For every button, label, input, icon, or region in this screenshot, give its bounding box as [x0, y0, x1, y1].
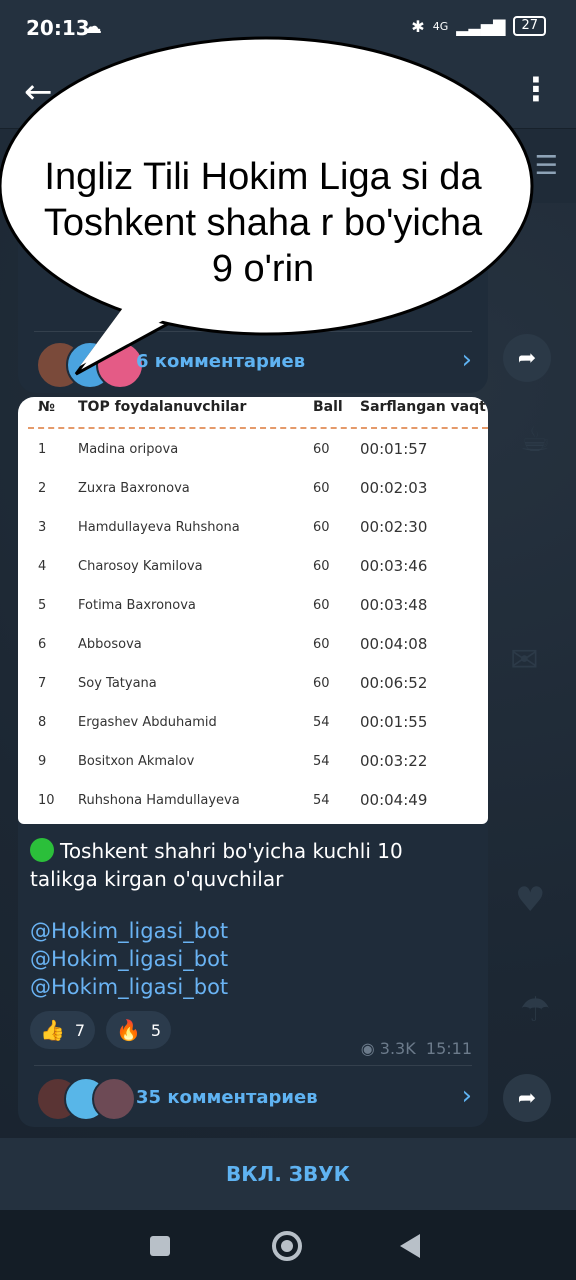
post-time: 15:11: [425, 1039, 472, 1058]
thumbs-up-icon: 👍: [40, 1018, 65, 1042]
doodle-icon: ☕: [520, 420, 551, 460]
reaction-thumbs-up[interactable]: 👍 7: [30, 1011, 96, 1049]
row-time: 00:04:08: [360, 635, 428, 653]
row-name: Ruhshona Hamdullayeva: [78, 793, 240, 808]
share-button[interactable]: ➦: [503, 1074, 551, 1122]
recents-icon[interactable]: [150, 1236, 170, 1256]
row-num: 3: [38, 520, 47, 535]
row-time: 00:02:30: [360, 518, 428, 536]
post-caption: Toshkent shahri bo'yicha kuchli 10 talik…: [30, 837, 476, 893]
row-num: 8: [38, 715, 47, 730]
row-num: 10: [38, 793, 55, 808]
table-header-ball: Ball: [313, 399, 343, 415]
table-header-num: №: [38, 399, 55, 415]
row-name: Hamdullayeva Ruhshona: [78, 520, 240, 535]
speech-bubble-sticker: Ingliz Tili Hokim Liga si da Toshkent sh…: [0, 26, 534, 376]
chevron-right-icon[interactable]: ›: [462, 1081, 472, 1111]
view-count: 3.3K: [379, 1039, 416, 1058]
row-ball: 54: [313, 754, 330, 769]
row-time: 00:03:48: [360, 596, 428, 614]
table-row: 2 Zuxra Baxronova 60 00:02:03: [18, 470, 488, 509]
table-row: 9 Bositxon Akmalov 54 00:03:22: [18, 743, 488, 782]
table-row: 3 Hamdullayeva Ruhshona 60 00:02:30: [18, 509, 488, 548]
table-row: 10 Ruhshona Hamdullayeva 54 00:04:49: [18, 782, 488, 821]
comments-link[interactable]: 35 комментариев: [136, 1087, 318, 1108]
row-num: 5: [38, 598, 47, 613]
table-row: 6 Abbosova 60 00:04:08: [18, 626, 488, 665]
row-ball: 60: [313, 442, 330, 457]
row-num: 1: [38, 442, 47, 457]
reaction-count: 7: [74, 1020, 86, 1040]
row-num: 6: [38, 637, 47, 652]
row-ball: 54: [313, 715, 330, 730]
post-meta: ◉ 3.3K 15:11: [361, 1039, 472, 1058]
bot-link[interactable]: @Hokim_ligasi_bot: [30, 947, 228, 971]
table-row: 1 Madina oripova 60 00:01:57: [18, 431, 488, 470]
doodle-icon: ✉: [510, 640, 539, 680]
row-name: Soy Tatyana: [78, 676, 157, 691]
green-circle-icon: [30, 838, 54, 862]
reaction-count: 5: [150, 1020, 162, 1040]
row-time: 00:02:03: [360, 479, 428, 497]
bot-link[interactable]: @Hokim_ligasi_bot: [30, 975, 228, 999]
post-photo[interactable]: № TOP foydalanuvchilar Ball Sarflangan v…: [18, 397, 488, 824]
row-num: 2: [38, 481, 47, 496]
row-ball: 60: [313, 637, 330, 652]
row-num: 7: [38, 676, 47, 691]
table-row: 4 Charosoy Kamilova 60 00:03:46: [18, 548, 488, 587]
back-triangle-icon[interactable]: [400, 1234, 420, 1258]
divider: [34, 1065, 472, 1066]
caption-text: Toshkent shahri bo'yicha kuchli 10 talik…: [30, 839, 403, 891]
row-time: 00:03:46: [360, 557, 428, 575]
table-row: 7 Soy Tatyana 60 00:06:52: [18, 665, 488, 704]
table-header-time: Sarflangan vaqt: [360, 399, 486, 415]
eye-icon: ◉: [360, 1039, 375, 1058]
table-row: 8 Ergashev Abduhamid 54 00:01:55: [18, 704, 488, 743]
row-name: Zuxra Baxronova: [78, 481, 190, 496]
avatar: [92, 1077, 136, 1121]
table-row: 5 Fotima Baxronova 60 00:03:48: [18, 587, 488, 626]
channel-post: № TOP foydalanuvchilar Ball Sarflangan v…: [18, 397, 488, 1127]
row-time: 00:04:49: [360, 791, 428, 809]
row-name: Fotima Baxronova: [78, 598, 196, 613]
reaction-fire[interactable]: 🔥 5: [106, 1011, 172, 1049]
row-time: 00:01:55: [360, 713, 428, 731]
row-name: Bositxon Akmalov: [78, 754, 195, 769]
table-divider: [28, 427, 488, 429]
doodle-icon: ♥: [515, 880, 546, 920]
row-num: 9: [38, 754, 47, 769]
unmute-bar[interactable]: ВКЛ. ЗВУК: [0, 1138, 576, 1210]
row-name: Ergashev Abduhamid: [78, 715, 217, 730]
row-ball: 60: [313, 520, 330, 535]
row-name: Madina oripova: [78, 442, 179, 457]
row-name: Abbosova: [78, 637, 142, 652]
bot-link[interactable]: @Hokim_ligasi_bot: [30, 919, 228, 943]
home-icon[interactable]: [272, 1231, 302, 1261]
row-num: 4: [38, 559, 47, 574]
row-name: Charosoy Kamilova: [78, 559, 203, 574]
row-time: 00:03:22: [360, 752, 428, 770]
row-ball: 60: [313, 598, 330, 613]
share-arrow-icon: ➦: [517, 1085, 537, 1111]
row-ball: 54: [313, 793, 330, 808]
fire-icon: 🔥: [116, 1018, 141, 1042]
table-header-name: TOP foydalanuvchilar: [78, 399, 247, 415]
system-nav-bar: [0, 1210, 576, 1280]
row-time: 00:06:52: [360, 674, 428, 692]
doodle-icon: ☂: [520, 990, 551, 1030]
row-time: 00:01:57: [360, 440, 428, 458]
row-ball: 60: [313, 481, 330, 496]
row-ball: 60: [313, 559, 330, 574]
pinned-list-icon[interactable]: ☰: [535, 151, 558, 181]
row-ball: 60: [313, 676, 330, 691]
unmute-button[interactable]: ВКЛ. ЗВУК: [0, 1162, 576, 1186]
commenter-avatars: [36, 1077, 146, 1121]
speech-bubble-text: Ingliz Tili Hokim Liga si da Toshkent sh…: [43, 156, 483, 290]
